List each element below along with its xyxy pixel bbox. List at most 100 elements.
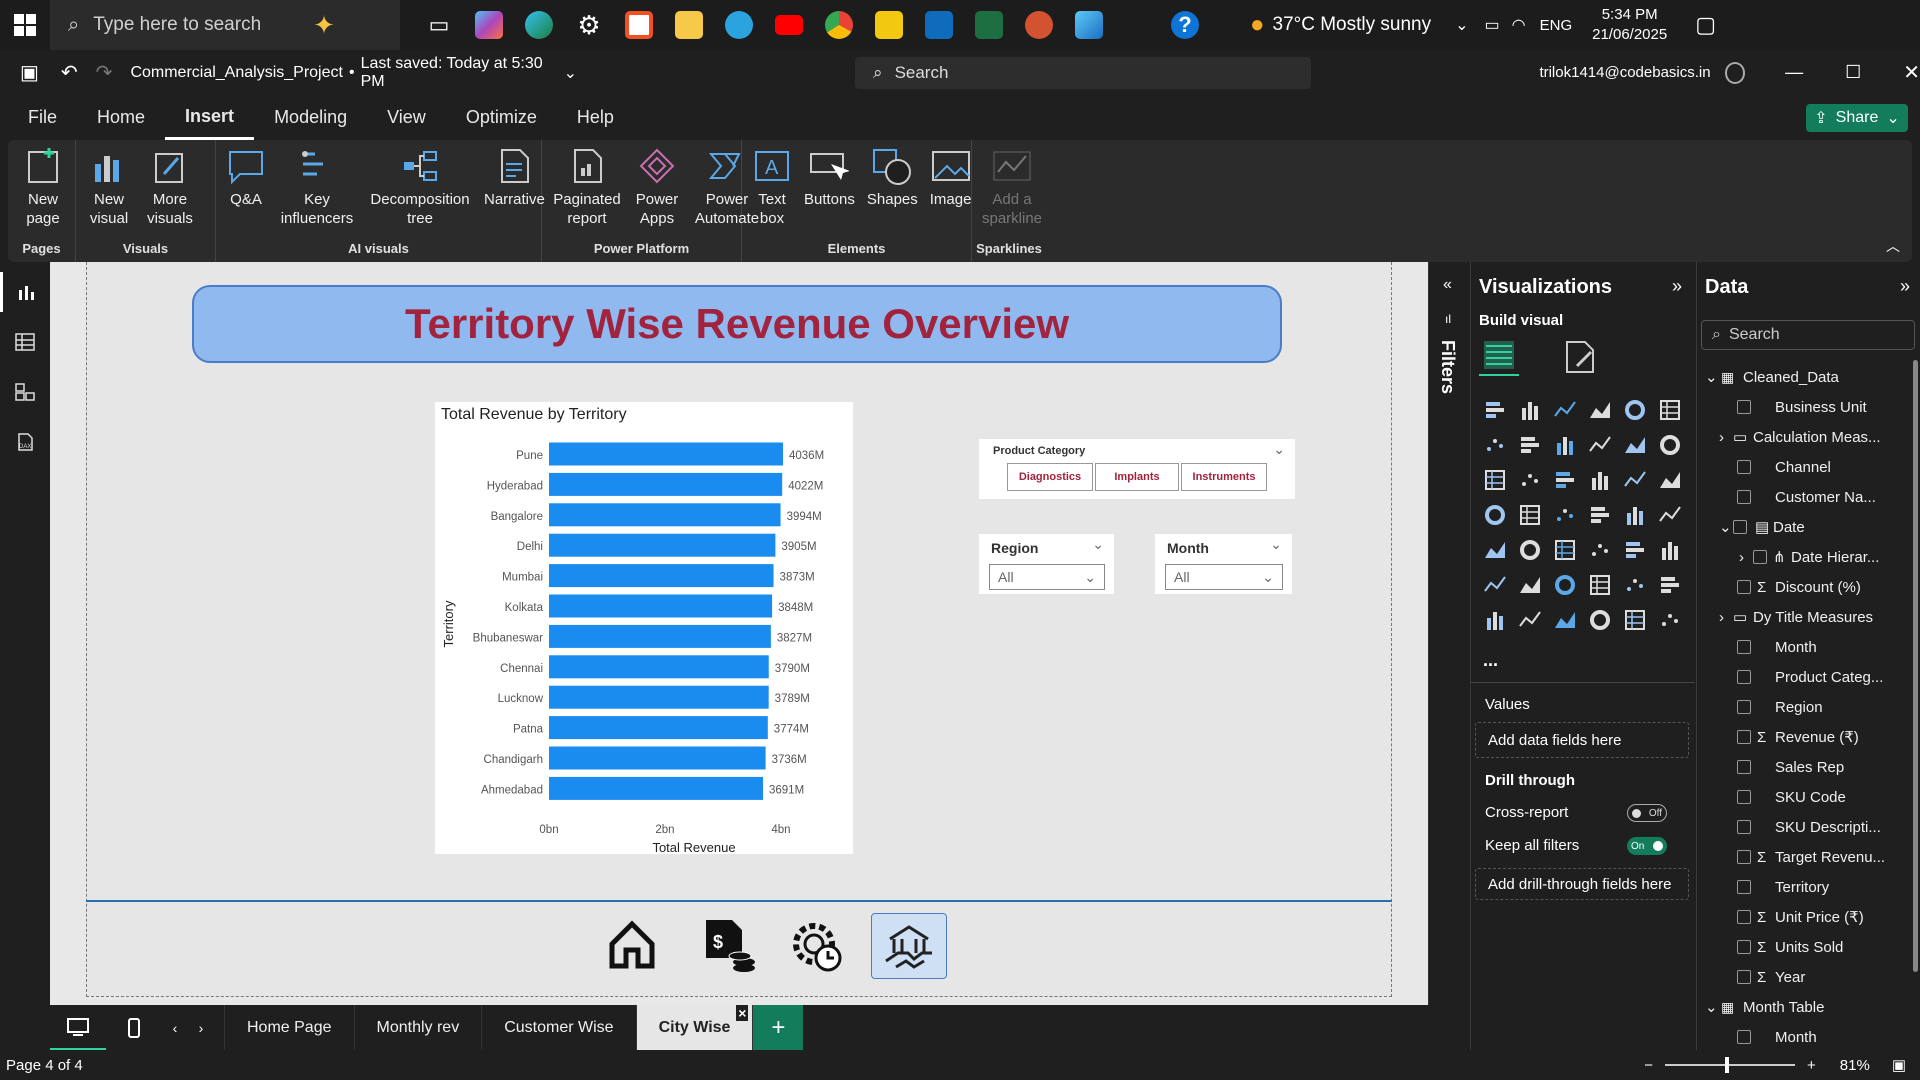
- checkbox[interactable]: [1737, 940, 1751, 954]
- region-slicer[interactable]: Region ⌄ All ⌄: [979, 534, 1114, 594]
- chevron-down-icon[interactable]: ⌄: [564, 63, 577, 83]
- text-box-button[interactable]: A Text box: [746, 140, 798, 241]
- visual-type-icon[interactable]: [1547, 427, 1582, 462]
- visual-type-icon[interactable]: [1617, 497, 1652, 532]
- visual-type-icon[interactable]: [1652, 567, 1687, 602]
- data-field-row[interactable]: Σ Units Sold: [1697, 932, 1907, 962]
- photos-icon[interactable]: [1064, 0, 1114, 50]
- desktop-layout-icon[interactable]: [50, 1005, 106, 1050]
- data-field-row[interactable]: › ⋔ Date Hierar...: [1697, 542, 1907, 572]
- filters-label[interactable]: Filters: [1437, 340, 1458, 394]
- menu-view[interactable]: View: [367, 95, 446, 140]
- data-search-box[interactable]: ⌕ Search: [1701, 320, 1915, 350]
- data-field-row[interactable]: ⌄ ▦ Month Table: [1697, 992, 1907, 1022]
- page-tab[interactable]: City Wise ×: [636, 1005, 754, 1050]
- visual-type-icon[interactable]: [1652, 602, 1687, 637]
- category-implants-button[interactable]: Implants: [1095, 463, 1179, 491]
- battery-icon[interactable]: ▭: [1485, 15, 1500, 35]
- visual-type-icon[interactable]: [1547, 392, 1582, 427]
- task-view-icon[interactable]: ▭: [414, 0, 464, 50]
- visual-type-icon[interactable]: [1512, 602, 1547, 637]
- keep-filters-toggle[interactable]: On: [1627, 837, 1667, 855]
- paginated-report-button[interactable]: Paginated report: [546, 140, 628, 241]
- bar-chart-visual[interactable]: Total Revenue by Territory Pune 4036M Hyder…: [435, 402, 853, 855]
- checkbox[interactable]: [1737, 460, 1751, 474]
- visual-type-icon[interactable]: [1652, 497, 1687, 532]
- visual-type-icon[interactable]: [1652, 462, 1687, 497]
- visual-type-icon[interactable]: [1652, 532, 1687, 567]
- visual-type-icon[interactable]: [1477, 532, 1512, 567]
- visual-type-icon[interactable]: [1547, 602, 1582, 637]
- visual-type-icon[interactable]: [1547, 532, 1582, 567]
- drill-through-drop-well[interactable]: Add drill-through fields here: [1475, 868, 1689, 900]
- checkbox[interactable]: [1737, 670, 1751, 684]
- collapse-ribbon-icon[interactable]: ︿: [1886, 236, 1900, 256]
- close-icon[interactable]: ✕: [1903, 60, 1920, 85]
- menu-file[interactable]: File: [0, 95, 77, 140]
- chevron-down-icon[interactable]: ⌄: [1270, 536, 1282, 553]
- build-visual-tab[interactable]: [1479, 336, 1519, 376]
- checkbox[interactable]: [1737, 880, 1751, 894]
- report-view-icon[interactable]: [0, 272, 50, 312]
- maximize-icon[interactable]: ☐: [1845, 62, 1861, 83]
- data-scrollbar[interactable]: [1913, 360, 1918, 972]
- checkbox[interactable]: [1737, 850, 1751, 864]
- store-icon[interactable]: [614, 0, 664, 50]
- language-indicator[interactable]: ENG: [1540, 17, 1573, 34]
- data-field-row[interactable]: Channel: [1697, 452, 1907, 482]
- data-field-row[interactable]: Month: [1697, 1022, 1907, 1050]
- visual-type-icon[interactable]: [1582, 602, 1617, 637]
- visual-type-icon[interactable]: [1477, 427, 1512, 462]
- data-field-row[interactable]: Business Unit: [1697, 392, 1907, 422]
- visual-type-icon[interactable]: [1512, 497, 1547, 532]
- nav-home-button[interactable]: [608, 918, 656, 970]
- checkbox[interactable]: [1737, 820, 1751, 834]
- visual-type-icon[interactable]: [1477, 462, 1512, 497]
- collapse-right-icon[interactable]: »: [1900, 276, 1910, 297]
- chevron-up-icon[interactable]: ⌄: [1455, 15, 1468, 35]
- excel-icon[interactable]: [964, 0, 1014, 50]
- checkbox[interactable]: [1737, 400, 1751, 414]
- chevron-right-icon[interactable]: ›: [1739, 549, 1753, 566]
- nav-settings-button[interactable]: [788, 918, 844, 974]
- visual-type-icon[interactable]: [1582, 427, 1617, 462]
- chevron-down-icon[interactable]: ⌄: [1705, 998, 1721, 1016]
- expand-left-icon[interactable]: «: [1443, 276, 1452, 294]
- visual-type-icon[interactable]: [1617, 462, 1652, 497]
- data-field-row[interactable]: ⌄ ▦ Cleaned_Data: [1697, 362, 1907, 392]
- taskbar-search[interactable]: ⌕ Type here to search ✦: [50, 0, 400, 50]
- product-category-slicer[interactable]: Product Category ⌄ Diagnostics Implants …: [979, 439, 1295, 499]
- visual-type-icon[interactable]: [1652, 427, 1687, 462]
- visual-type-icon[interactable]: [1477, 567, 1512, 602]
- visual-type-icon[interactable]: [1652, 392, 1687, 427]
- checkbox[interactable]: [1737, 700, 1751, 714]
- data-field-row[interactable]: › ▭ Dy Title Measures: [1697, 602, 1907, 632]
- close-tab-icon[interactable]: ×: [736, 1005, 749, 1021]
- wifi-icon[interactable]: ◠: [1512, 15, 1526, 35]
- settings-gear-icon[interactable]: ⚙: [564, 0, 614, 50]
- zoom-slider-thumb[interactable]: [1725, 1057, 1730, 1073]
- decomposition-tree-button[interactable]: Decomposition tree: [362, 140, 478, 241]
- image-button[interactable]: Image: [924, 140, 978, 241]
- model-view-icon[interactable]: [0, 372, 50, 412]
- visual-type-icon[interactable]: [1547, 567, 1582, 602]
- weather-widget[interactable]: ● 37°C Mostly sunny: [1250, 11, 1431, 39]
- more-visuals-ellipsis[interactable]: ...: [1483, 650, 1498, 671]
- nav-revenue-button[interactable]: $: [700, 918, 756, 974]
- category-diagnostics-button[interactable]: Diagnostics: [1007, 463, 1093, 491]
- collapse-right-icon[interactable]: »: [1672, 276, 1682, 297]
- visual-type-icon[interactable]: [1617, 427, 1652, 462]
- visual-type-icon[interactable]: [1617, 567, 1652, 602]
- data-field-row[interactable]: SKU Descripti...: [1697, 812, 1907, 842]
- outlook-icon[interactable]: [914, 0, 964, 50]
- checkbox[interactable]: [1737, 490, 1751, 504]
- month-slicer[interactable]: Month ⌄ All ⌄: [1155, 534, 1292, 594]
- page-tab[interactable]: Monthly rev: [355, 1005, 483, 1050]
- file-explorer-icon[interactable]: [664, 0, 714, 50]
- visual-type-icon[interactable]: [1512, 567, 1547, 602]
- data-field-row[interactable]: Σ Revenue (₹): [1697, 722, 1907, 752]
- checkbox[interactable]: [1737, 970, 1751, 984]
- filters-pane-collapsed[interactable]: « ıl Filters: [1428, 262, 1468, 1005]
- data-field-row[interactable]: Σ Year: [1697, 962, 1907, 992]
- checkbox[interactable]: [1737, 730, 1751, 744]
